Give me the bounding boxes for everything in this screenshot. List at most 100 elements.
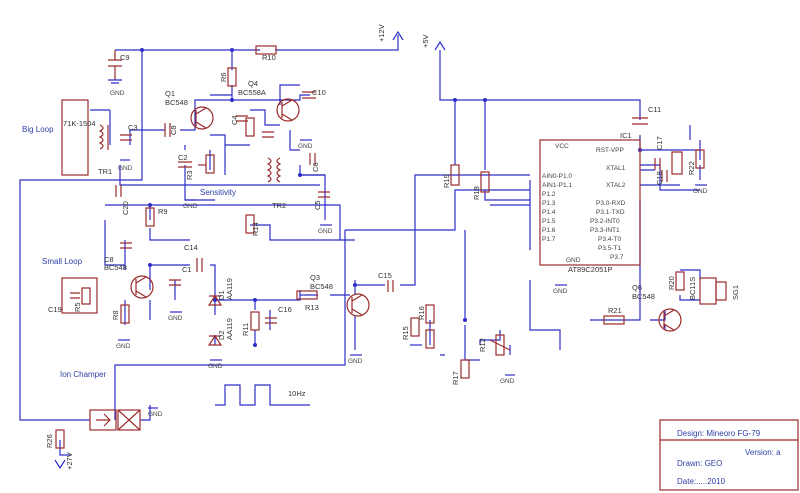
ion-chamber-label: Ion Champer bbox=[60, 370, 107, 379]
ic-pin-p33: P3.3-INT1 bbox=[590, 227, 620, 234]
r26-label: R26 bbox=[45, 434, 54, 448]
ic-pin-xtal2: XTAL2 bbox=[606, 182, 626, 189]
c4-label: C4 bbox=[230, 115, 239, 125]
ground-symbols bbox=[108, 79, 707, 409]
c18-label: C18 bbox=[655, 171, 664, 185]
r10-label: R10 bbox=[262, 53, 276, 62]
c10-label: C10 bbox=[312, 88, 326, 97]
title-date: Date:.....2010 bbox=[677, 477, 726, 486]
r12-label: R12 bbox=[478, 338, 487, 352]
c6-label: C6 bbox=[311, 162, 320, 172]
components bbox=[55, 45, 799, 491]
ic-pin-p17: P1.7 bbox=[542, 236, 556, 243]
gnd-c5: GND bbox=[318, 228, 333, 235]
ic-pin-p16: P1.6 bbox=[542, 227, 556, 234]
q-small-type: BC548 bbox=[104, 263, 127, 272]
supply-arrows bbox=[54, 30, 446, 470]
gnd-tr1: GND bbox=[118, 165, 133, 172]
c9-label: C9 bbox=[120, 53, 130, 62]
title-design: Design: Mineoro FG-79 bbox=[677, 429, 761, 438]
gnd-sens: GND bbox=[183, 203, 198, 210]
ic-pin-p14: P1.4 bbox=[542, 209, 556, 216]
gnd-ic: GND bbox=[553, 288, 568, 295]
q6-label: Q6 bbox=[632, 283, 642, 292]
ic-pin-p30: P3.0-RXD bbox=[596, 200, 626, 207]
ic1-type: AT89C2051P bbox=[568, 265, 612, 274]
d2-type: AA119 bbox=[225, 318, 234, 340]
ic-pin-p12: P1.2 bbox=[542, 191, 556, 198]
ic-pin-ain0: AIN0-P1.0 bbox=[542, 173, 572, 180]
ic-pin-p32: P3.2-INT0 bbox=[590, 218, 620, 225]
freq-label: 10Hz bbox=[288, 389, 306, 398]
r20-label: R20 bbox=[667, 276, 676, 290]
ic-pin-p34: P3.4-T0 bbox=[598, 236, 622, 243]
small-loop-label: Small Loop bbox=[42, 257, 83, 266]
gnd-xtal: GND bbox=[693, 188, 708, 195]
c19-label: C19 bbox=[48, 305, 62, 314]
schematic-diagram: +12V +5V +27V Big Loop Small Loop Ion Ch… bbox=[19, 24, 799, 491]
gnd-r12: GND bbox=[500, 378, 515, 385]
r11-label: R11 bbox=[241, 323, 250, 336]
ic-pin-p37: P3.7 bbox=[610, 254, 624, 261]
c15-label: C15 bbox=[378, 271, 392, 280]
c5-label: C5 bbox=[313, 200, 322, 210]
r6-label: R6 bbox=[219, 72, 228, 82]
ic-pin-p13: P1.3 bbox=[542, 200, 556, 207]
c11-label: C11 bbox=[648, 105, 661, 114]
ic-pin-p35: P3.5-T1 bbox=[598, 245, 622, 252]
d1-type: AA119 bbox=[225, 278, 234, 300]
q1-type: BC548 bbox=[165, 98, 188, 107]
c14-label: C14 bbox=[184, 243, 198, 252]
r14-label: R14 bbox=[251, 222, 260, 236]
gnd-q3: GND bbox=[348, 358, 363, 365]
ic-vcc-label: VCC bbox=[555, 143, 569, 150]
sg1-label: SG1 bbox=[731, 285, 740, 300]
c1-label: C1 bbox=[182, 265, 192, 274]
title-version: Version: a bbox=[745, 448, 781, 457]
gnd-c1: GND bbox=[168, 315, 183, 322]
r5-label: R5 bbox=[73, 302, 82, 312]
r19-label: R19 bbox=[442, 174, 451, 188]
ic-pin-p31: P3.1-TXD bbox=[596, 209, 625, 216]
c20-label: C20 bbox=[121, 201, 130, 215]
labels: +12V +5V +27V Big Loop Small Loop Ion Ch… bbox=[22, 24, 781, 486]
r8-label: R8 bbox=[111, 310, 120, 320]
q1-label: Q1 bbox=[165, 89, 175, 98]
rail-27v-label: +27V bbox=[65, 452, 74, 470]
q4-label: Q4 bbox=[248, 79, 258, 88]
ic1-label: IC1 bbox=[620, 131, 632, 140]
big-loop-label: Big Loop bbox=[22, 125, 54, 134]
gnd-d2: GND bbox=[208, 363, 223, 370]
r15-label: R15 bbox=[401, 326, 410, 340]
sensitivity-label: Sensitivity bbox=[200, 188, 236, 197]
coil-label: 71K-1504 bbox=[63, 119, 96, 128]
gnd-c10: GND bbox=[298, 143, 313, 150]
c3-label: C3 bbox=[128, 123, 138, 132]
r3-label: R3 bbox=[185, 170, 194, 180]
tr1-label: TR1 bbox=[98, 167, 112, 176]
gnd-c9: GND bbox=[110, 90, 125, 97]
r21-label: R21 bbox=[608, 306, 622, 315]
rail-5v-label: +5V bbox=[421, 34, 430, 48]
r13-label: R13 bbox=[305, 303, 319, 312]
tr2-label: TR2 bbox=[272, 201, 286, 210]
c8-label: C8 bbox=[169, 125, 178, 135]
ic-pin-ain1: AIN1-P1.1 bbox=[542, 182, 572, 189]
q6-type: BC548 bbox=[632, 292, 655, 301]
c2-label: C2 bbox=[178, 153, 188, 162]
c28-label: C8 bbox=[104, 255, 114, 264]
gnd-ion: GND bbox=[148, 411, 163, 418]
ic-gnd-label: GND bbox=[566, 257, 581, 264]
r9-label: R9 bbox=[158, 207, 168, 216]
q3-label: Q3 bbox=[310, 273, 320, 282]
c17-label: C17 bbox=[655, 136, 664, 150]
ic-pin-xtal1: XTAL1 bbox=[606, 165, 626, 172]
gnd-r7: GND bbox=[116, 343, 131, 350]
ic-pin-rst: RST-VPP bbox=[596, 147, 624, 154]
q3-type: BC548 bbox=[310, 282, 333, 291]
r18-label: R18 bbox=[472, 186, 481, 200]
r22-label: R22 bbox=[687, 161, 696, 175]
title-drawn: Drawn: GEO bbox=[677, 459, 722, 468]
sg1-type: BC11S bbox=[688, 277, 697, 300]
rail-12v-label: +12V bbox=[377, 24, 386, 42]
